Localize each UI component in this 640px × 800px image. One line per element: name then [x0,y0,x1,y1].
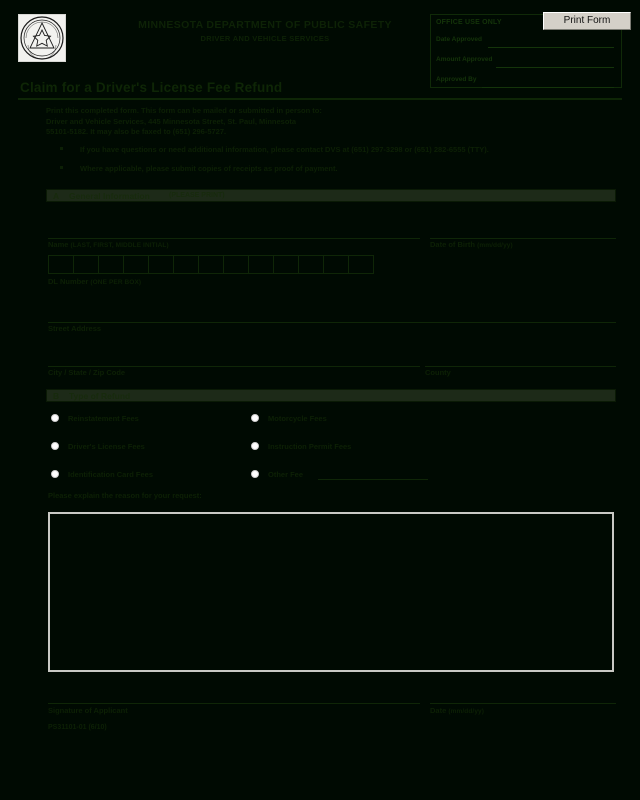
dl-char-box[interactable] [48,255,74,274]
radio-motorcycle-fees[interactable] [251,414,259,422]
signature-label: Signature of Applicant [48,706,128,715]
instruction-bullet-text: Where applicable, please submit copies o… [80,164,338,173]
street-address-line[interactable] [48,322,616,323]
name-field-line[interactable] [48,238,420,239]
dl-char-box[interactable] [323,255,349,274]
official-use-title: OFFICE USE ONLY [436,19,502,26]
other-fee-write-in-line[interactable] [318,479,428,480]
instruction-bullet: If you have questions or need additional… [58,144,618,155]
dl-number-boxes [48,255,374,274]
city-state-zip-line[interactable] [48,366,420,367]
section-a-title: General Information [69,191,150,201]
section-b-title: Type of Refund [69,391,131,401]
name-label-sub: (LAST, FIRST, MIDDLE INITIAL) [70,242,169,249]
state-seal-icon [18,14,66,62]
label-identification-card-fees[interactable]: Identification Card Fees [68,470,153,479]
page-title: Claim for a Driver's License Fee Refund [20,80,283,95]
dl-char-box[interactable] [73,255,99,274]
official-use-row-amount-approved: Amount Approved [436,54,618,72]
section-a-header: A General Information (PLEASE PRINT) [46,189,616,202]
form-number: PS31101-01 (6/10) [48,724,107,731]
approved-by-label: Approved By [436,76,477,83]
street-address-label: Street Address [48,324,102,333]
official-use-row-date-approved: Date Approved [436,34,618,52]
radio-other-fee[interactable] [251,470,259,478]
title-divider [18,98,622,100]
bullet-square-icon [60,147,63,150]
name-label-text: Name [48,240,69,249]
label-drivers-license-fees[interactable]: Driver's License Fees [68,442,145,451]
dl-number-label-sub: (ONE PER BOX) [90,279,142,286]
date-signed-label-sub: (mm/dd/yy) [448,708,485,715]
county-label: County [425,368,451,377]
radio-reinstatement-fees[interactable] [51,414,59,422]
instruction-bullet: Where applicable, please submit copies o… [58,163,618,174]
instructions-paragraph: Print this completed form. This form can… [46,106,606,138]
county-line[interactable] [425,366,616,367]
dl-char-box[interactable] [173,255,199,274]
date-approved-rule[interactable] [488,47,614,48]
dl-char-box[interactable] [223,255,249,274]
instructions-bullets: If you have questions or need additional… [58,144,618,182]
section-a-letter: A [53,191,60,201]
instruction-line-3: 55101-5182. It may also be faxed to (651… [46,127,227,136]
name-label: Name (LAST, FIRST, MIDDLE INITIAL) [48,240,169,249]
date-approved-label: Date Approved [436,36,482,43]
print-form-button[interactable]: Print Form [543,12,631,30]
dl-char-box[interactable] [273,255,299,274]
bullet-square-icon [60,166,63,169]
explain-reason-label: Please explain the reason for your reque… [48,491,202,500]
document-page: MINNESOTA DEPARTMENT OF PUBLIC SAFETY DR… [0,0,640,800]
agency-name: MINNESOTA DEPARTMENT OF PUBLIC SAFETY DR… [105,19,425,43]
label-other-fee[interactable]: Other Fee [268,470,303,479]
amount-approved-rule[interactable] [496,67,614,68]
agency-line-1: MINNESOTA DEPARTMENT OF PUBLIC SAFETY [138,19,392,31]
approved-by-rule[interactable] [482,87,614,88]
dob-label-sub: (mm/dd/yy) [477,242,513,249]
dl-char-box[interactable] [123,255,149,274]
dl-char-box[interactable] [198,255,224,274]
city-state-zip-label: City / State / Zip Code [48,368,126,377]
amount-approved-label: Amount Approved [436,56,493,63]
dl-char-box[interactable] [98,255,124,274]
dob-field-line[interactable] [430,238,616,239]
section-b-header: B Type of Refund [46,389,616,402]
dl-char-box[interactable] [148,255,174,274]
instruction-line-1: Print this completed form. This form can… [46,106,322,115]
section-b-letter: B [53,391,60,401]
radio-drivers-license-fees[interactable] [51,442,59,450]
label-instruction-permit-fees[interactable]: Instruction Permit Fees [268,442,351,451]
instruction-line-2: Driver and Vehicle Services, 445 Minneso… [46,116,297,126]
signature-line[interactable] [48,703,420,704]
section-a-hint: (PLEASE PRINT) [169,192,225,199]
dl-number-label: DL Number (ONE PER BOX) [48,277,141,286]
dl-number-label-text: DL Number [48,277,89,286]
dl-char-box[interactable] [248,255,274,274]
date-signed-label-text: Date [430,706,447,715]
label-motorcycle-fees[interactable]: Motorcycle Fees [268,414,327,423]
dob-label-text: Date of Birth [430,240,475,249]
dl-char-box[interactable] [298,255,324,274]
dob-label: Date of Birth (mm/dd/yy) [430,240,513,249]
radio-identification-card-fees[interactable] [51,470,59,478]
agency-line-2: DRIVER AND VEHICLE SERVICES [200,34,330,43]
date-signed-label: Date (mm/dd/yy) [430,706,484,715]
label-reinstatement-fees[interactable]: Reinstatement Fees [68,414,139,423]
official-use-row-approved-by: Approved By [436,74,618,92]
radio-instruction-permit-fees[interactable] [251,442,259,450]
explain-reason-textarea[interactable] [48,512,614,672]
date-signed-line[interactable] [430,703,616,704]
instruction-bullet-text: If you have questions or need additional… [80,145,489,154]
dl-char-box[interactable] [348,255,374,274]
